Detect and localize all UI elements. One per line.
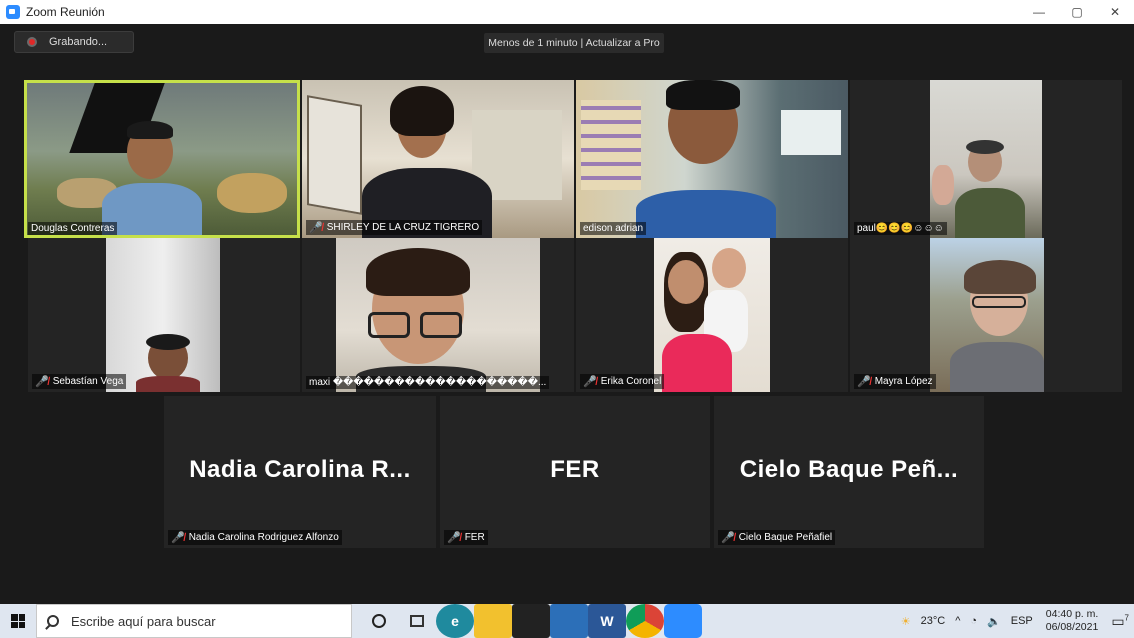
participant-tile-nadia[interactable]: Nadia Carolina R... 🎤̸ Nadia Carolina Rod… xyxy=(164,396,436,548)
participant-video xyxy=(302,80,574,238)
close-button[interactable]: ✕ xyxy=(1096,0,1134,24)
participant-video xyxy=(930,238,1044,392)
minimize-button[interactable]: — xyxy=(1020,0,1058,24)
word-icon[interactable]: W xyxy=(588,604,626,638)
muted-mic-icon: 🎤̸ xyxy=(721,532,735,544)
system-tray: ☀ 23°C ^ ◔ 🔈 ESP 04:40 p. m. 06/08/2021 … xyxy=(896,604,1134,638)
muted-mic-icon: 🎤̸ xyxy=(309,222,323,234)
notification-icon[interactable]: ▭7 xyxy=(1111,613,1129,630)
cortana-icon[interactable] xyxy=(360,604,398,638)
zoom-taskbar-icon[interactable] xyxy=(664,604,702,638)
taskbar-search-box[interactable]: Escribe aquí para buscar xyxy=(36,604,352,638)
muted-mic-icon: 🎤̸ xyxy=(171,532,185,544)
muted-mic-icon: 🎤̸ xyxy=(447,532,461,544)
participant-video xyxy=(106,238,220,392)
participant-name-label: 🎤̸ FER xyxy=(444,530,488,545)
meeting-gallery: Grabando... Menos de 1 minuto | Actualiz… xyxy=(0,24,1134,604)
clock[interactable]: 04:40 p. m. 06/08/2021 xyxy=(1046,608,1099,634)
weather-temp[interactable]: 23°C xyxy=(921,615,946,627)
participant-display-name: Cielo Baque Peñ... xyxy=(739,456,959,483)
participant-tile-cielo[interactable]: Cielo Baque Peñ... 🎤̸ Cielo Baque Peñafie… xyxy=(714,396,984,548)
weather-icon[interactable]: ☀ xyxy=(901,615,911,628)
store-icon[interactable] xyxy=(512,604,550,638)
window-controls: — ▢ ✕ xyxy=(1020,0,1134,24)
windows-logo-icon xyxy=(11,614,25,628)
chrome-icon[interactable] xyxy=(626,604,664,638)
participant-display-name: FER xyxy=(550,456,600,483)
participant-video xyxy=(576,80,848,238)
chevron-up-icon[interactable]: ^ xyxy=(955,615,960,627)
task-view-icon[interactable] xyxy=(398,604,436,638)
participant-display-name: Nadia Carolina R... xyxy=(189,456,411,483)
participant-tile-maxi[interactable]: maxi ��������������������... xyxy=(302,238,574,392)
participant-video xyxy=(336,238,540,392)
participant-video xyxy=(27,83,297,235)
participant-tile-mayra[interactable]: 🎤̸ Mayra López xyxy=(850,238,1122,392)
upgrade-banner[interactable]: Menos de 1 minuto | Actualizar a Pro xyxy=(484,33,664,53)
recording-indicator[interactable]: Grabando... xyxy=(14,31,134,53)
participant-tile-shirley[interactable]: 🎤̸ SHIRLEY DE LA CRUZ TIGRERO xyxy=(302,80,574,238)
participant-name-label: 🎤̸ Cielo Baque Peñafiel xyxy=(718,530,836,545)
participant-name-label: 🎤̸ Nadia Carolina Rodriguez Alfonzo xyxy=(168,530,342,545)
window-title: Zoom Reunión xyxy=(26,5,105,19)
maximize-button[interactable]: ▢ xyxy=(1058,0,1096,24)
participant-tile-fer[interactable]: FER 🎤̸ FER xyxy=(440,396,710,548)
participant-name-label: Douglas Contreras xyxy=(28,222,118,235)
edge-browser-icon[interactable]: e xyxy=(436,604,474,638)
participant-name-label: 🎤̸ Sebastían Vega xyxy=(32,374,127,389)
start-button[interactable] xyxy=(0,604,36,638)
participant-tile-douglas[interactable]: Douglas Contreras xyxy=(24,80,300,238)
participant-name-label: edison adrian xyxy=(580,222,647,235)
volume-icon[interactable]: 🔈 xyxy=(987,615,1001,628)
clock-date: 06/08/2021 xyxy=(1045,621,1099,633)
zoom-app-icon xyxy=(6,5,20,19)
clock-time: 04:40 p. m. xyxy=(1045,608,1099,620)
search-placeholder: Escribe aquí para buscar xyxy=(71,613,216,629)
participant-tile-erika[interactable]: 🎤̸ Erika Coronel xyxy=(576,238,848,392)
language-indicator[interactable]: ESP xyxy=(1011,615,1033,627)
notification-count: 7 xyxy=(1124,612,1129,622)
participant-video xyxy=(654,238,770,392)
participant-tile-sebastian[interactable]: 🎤̸ Sebastían Vega xyxy=(28,238,300,392)
search-icon xyxy=(47,615,59,627)
mail-icon[interactable] xyxy=(550,604,588,638)
file-explorer-icon[interactable] xyxy=(474,604,512,638)
participant-tile-edison[interactable]: edison adrian xyxy=(576,80,848,238)
participant-name-label: maxi ��������������������... xyxy=(306,376,550,389)
record-dot-icon xyxy=(27,37,37,47)
window-titlebar: Zoom Reunión — ▢ ✕ xyxy=(0,0,1134,24)
windows-taskbar: Escribe aquí para buscar e W ☀ 23°C ^ ◔ … xyxy=(0,604,1134,638)
participant-video xyxy=(930,80,1042,238)
participant-name-label: 🎤̸ Erika Coronel xyxy=(580,374,665,389)
participant-name-label: 🎤̸ Mayra López xyxy=(854,374,936,389)
participant-tile-paul[interactable]: paul😊😊😊☺☺☺ xyxy=(850,80,1122,238)
muted-mic-icon: 🎤̸ xyxy=(857,376,871,388)
participant-name-label: 🎤̸ SHIRLEY DE LA CRUZ TIGRERO xyxy=(306,220,483,235)
recording-label: Grabando... xyxy=(49,36,108,48)
muted-mic-icon: 🎤̸ xyxy=(583,376,597,388)
participant-name-label: paul😊😊😊☺☺☺ xyxy=(854,222,947,235)
network-icon[interactable]: ◔ xyxy=(970,615,977,627)
muted-mic-icon: 🎤̸ xyxy=(35,376,49,388)
